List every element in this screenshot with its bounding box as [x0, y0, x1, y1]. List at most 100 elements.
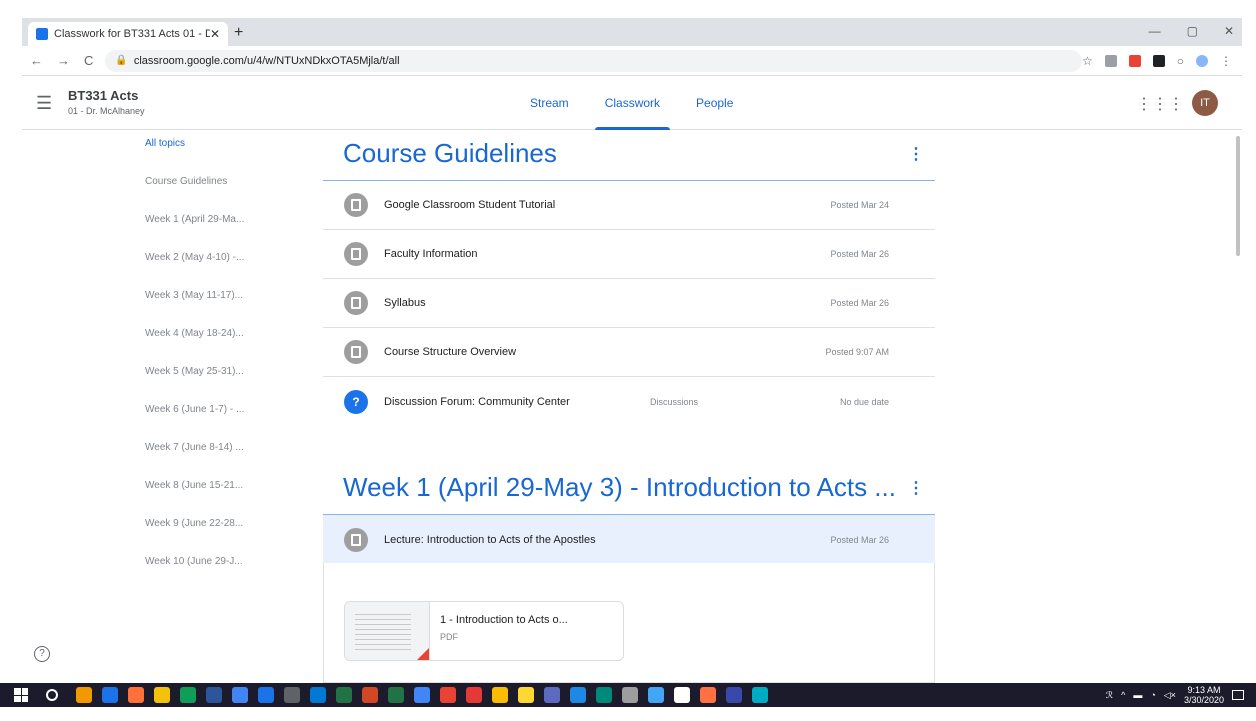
scrollbar[interactable]	[1236, 136, 1240, 256]
lock-icon: 🔒	[115, 55, 128, 66]
back-icon[interactable]: ←	[30, 53, 43, 68]
extension-icon[interactable]	[1104, 54, 1117, 67]
minimize-button[interactable]: —	[1149, 24, 1161, 38]
volume-icon[interactable]: ◁×	[1164, 690, 1176, 701]
app-icon[interactable]	[492, 687, 508, 703]
forward-icon[interactable]: →	[57, 53, 70, 68]
app-icon[interactable]	[102, 687, 118, 703]
question-icon: ?	[344, 389, 368, 414]
app-icon[interactable]	[700, 687, 716, 703]
app-icon[interactable]	[440, 687, 456, 703]
item-details: 1 - Introduction to Acts o... PDF	[323, 563, 935, 683]
app-icon[interactable]	[310, 687, 326, 703]
topic-item[interactable]: Week 6 (June 1-7) - ...	[145, 404, 295, 442]
calculator-icon[interactable]	[622, 687, 638, 703]
help-icon[interactable]: ?	[34, 646, 50, 662]
section-more-icon[interactable]: ⋮	[908, 478, 924, 498]
item-date: Posted 9:07 AM	[825, 347, 889, 357]
attachment-card[interactable]: 1 - Introduction to Acts o... PDF	[344, 601, 624, 661]
attachment-name: 1 - Introduction to Acts o...	[440, 614, 568, 626]
topic-item[interactable]: Week 2 (May 4-10) -...	[145, 252, 295, 290]
topic-item[interactable]: All topics	[145, 138, 295, 176]
classwork-item[interactable]: Syllabus Posted Mar 26	[323, 279, 935, 328]
firefox-icon[interactable]	[128, 687, 144, 703]
extension-icon[interactable]	[1152, 54, 1165, 67]
course-section: 01 - Dr. McAlhaney	[68, 106, 145, 116]
tab-close-icon[interactable]: ✕	[210, 27, 220, 41]
app-icon[interactable]	[570, 687, 586, 703]
app-icon[interactable]	[180, 687, 196, 703]
notifications-icon[interactable]	[1232, 690, 1244, 700]
chrome-menu-icon[interactable]: ⋮	[1220, 54, 1232, 68]
battery-icon[interactable]: ▬	[1133, 690, 1142, 700]
url-text: classroom.google.com/u/4/w/NTUxNDkxOTA5M…	[133, 54, 400, 67]
classwork-item[interactable]: Faculty Information Posted Mar 26	[323, 230, 935, 279]
topic-item[interactable]: Week 3 (May 11-17)...	[145, 290, 295, 328]
chevron-up-icon[interactable]: ^	[1121, 690, 1125, 700]
classwork-item[interactable]: ? Discussion Forum: Community Center Dis…	[323, 377, 935, 426]
maximize-button[interactable]: ▢	[1187, 24, 1198, 38]
topic-item[interactable]: Week 7 (June 8-14) ...	[145, 442, 295, 480]
app-icon[interactable]	[388, 687, 404, 703]
close-window-button[interactable]: ✕	[1224, 24, 1234, 38]
material-icon	[344, 527, 368, 552]
section-title: Week 1 (April 29-May 3) - Introduction t…	[343, 472, 896, 502]
app-icon[interactable]	[544, 687, 560, 703]
app-icon[interactable]	[596, 687, 612, 703]
tab-stream[interactable]: Stream	[512, 76, 587, 130]
star-bookmark-icon[interactable]: ☆	[1082, 54, 1093, 68]
app-icon[interactable]	[752, 687, 768, 703]
topic-item[interactable]: Course Guidelines	[145, 176, 295, 214]
word-icon[interactable]	[206, 687, 222, 703]
address-bar[interactable]: 🔒 classroom.google.com/u/4/w/NTUxNDkxOTA…	[105, 49, 1082, 72]
app-icon[interactable]	[362, 687, 378, 703]
search-icon[interactable]	[46, 689, 58, 701]
topic-item[interactable]: Week 4 (May 18-24)...	[145, 328, 295, 366]
topic-item[interactable]: Week 8 (June 15-21...	[145, 480, 295, 518]
wifi-icon[interactable]: ◔	[1150, 690, 1155, 700]
item-title: Discussion Forum: Community Center	[384, 395, 570, 408]
acrobat-icon[interactable]	[466, 687, 482, 703]
app-icon[interactable]	[726, 687, 742, 703]
extension-icon[interactable]: ○	[1177, 54, 1184, 68]
app-icon[interactable]	[232, 687, 248, 703]
course-name[interactable]: BT331 Acts	[68, 88, 138, 103]
tab-classwork[interactable]: Classwork	[587, 76, 678, 130]
store-icon[interactable]	[674, 687, 690, 703]
app-icon[interactable]	[258, 687, 274, 703]
app-icon[interactable]	[648, 687, 664, 703]
window-controls: — ▢ ✕	[1149, 24, 1234, 38]
topics-list: All topics Course Guidelines Week 1 (Apr…	[145, 138, 295, 594]
main-menu-icon[interactable]: ☰	[36, 93, 52, 114]
topic-item[interactable]: Week 5 (May 25-31)...	[145, 366, 295, 404]
google-apps-icon[interactable]: ⋮⋮⋮	[1136, 94, 1184, 114]
windows-start-icon[interactable]	[14, 688, 28, 702]
pdf-thumbnail	[345, 602, 430, 660]
app-icon[interactable]	[414, 687, 430, 703]
attachment-type: PDF	[440, 632, 458, 642]
new-tab-button[interactable]: +	[234, 24, 243, 42]
people-icon[interactable]: ℛ	[1106, 690, 1113, 701]
clock[interactable]: 9:13 AM 3/30/2020	[1184, 685, 1224, 705]
classwork-item[interactable]: Lecture: Introduction to Acts of the Apo…	[323, 515, 935, 564]
classwork-item[interactable]: Google Classroom Student Tutorial Posted…	[323, 181, 935, 230]
extension-icons: ☆ ○ ⋮	[1082, 54, 1232, 68]
extension-icon[interactable]	[1128, 54, 1141, 67]
item-title: Lecture: Introduction to Acts of the Apo…	[384, 533, 596, 546]
topic-item[interactable]: Week 1 (April 29-Ma...	[145, 214, 295, 252]
app-icon[interactable]	[284, 687, 300, 703]
browser-toolbar: ← → C 🔒 classroom.google.com/u/4/w/NTUxN…	[22, 46, 1242, 76]
topic-item[interactable]: Week 9 (June 22-28...	[145, 518, 295, 556]
chrome-icon[interactable]	[76, 687, 92, 703]
avatar[interactable]: IT	[1192, 90, 1218, 116]
excel-icon[interactable]	[336, 687, 352, 703]
topic-item[interactable]: Week 10 (June 29-J...	[145, 556, 295, 594]
profile-icon[interactable]	[1196, 54, 1208, 67]
file-explorer-icon[interactable]	[154, 687, 170, 703]
app-icon[interactable]	[518, 687, 534, 703]
reload-icon[interactable]: C	[84, 53, 93, 68]
browser-tab[interactable]: Classwork for BT331 Acts 01 - Dr ✕	[28, 22, 228, 46]
section-more-icon[interactable]: ⋮	[908, 144, 924, 164]
tab-people[interactable]: People	[678, 76, 751, 130]
classwork-item[interactable]: Course Structure Overview Posted 9:07 AM	[323, 328, 935, 377]
